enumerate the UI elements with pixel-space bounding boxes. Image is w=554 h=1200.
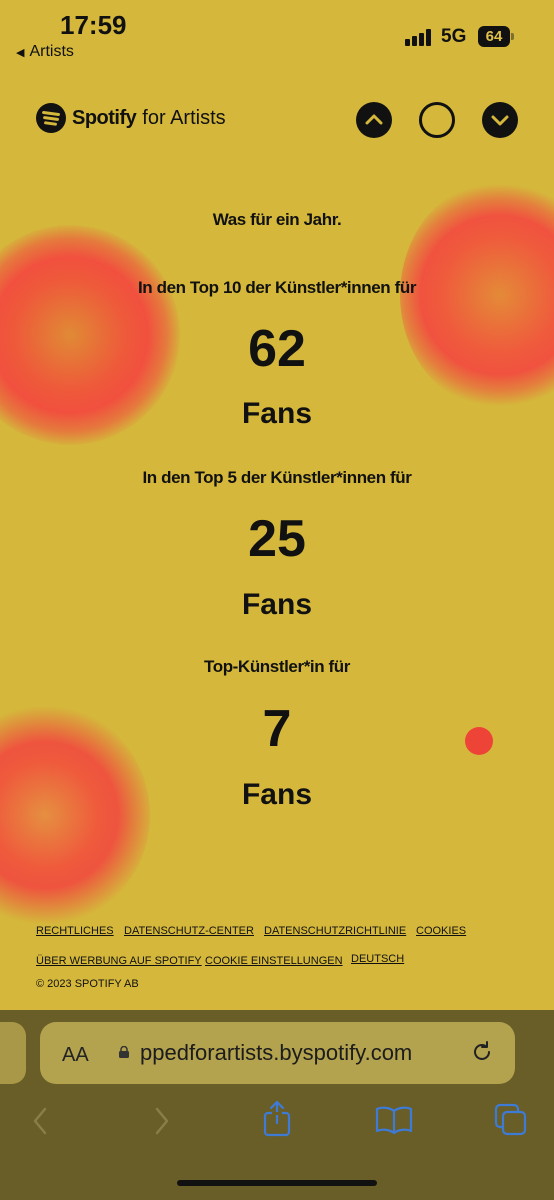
footer-link-language[interactable]: DEUTSCH	[351, 953, 404, 965]
previous-slide-button[interactable]	[356, 102, 392, 138]
spotify-logo-icon	[36, 103, 66, 133]
copyright-text: © 2023 SPOTIFY AB	[36, 978, 139, 990]
reload-icon[interactable]	[470, 1040, 494, 1064]
brand-suffix: for Artists	[142, 106, 226, 129]
footer-link-cookies[interactable]: COOKIES	[416, 925, 466, 937]
footer-link-legal[interactable]: RECHTLICHES	[36, 925, 114, 937]
back-triangle-icon: ◀	[16, 47, 25, 59]
intro-text: Was für ein Jahr.	[212, 210, 342, 229]
stat-label-top10: In den Top 10 der Künstler*innen für	[137, 278, 417, 297]
home-indicator	[177, 1180, 377, 1186]
stat-unit-top-artist: Fans	[241, 778, 313, 811]
chevron-up-icon	[365, 114, 383, 125]
text-size-label: AA	[62, 1044, 89, 1066]
brand-name: Spotify	[72, 106, 137, 129]
footer-link-privacy-policy[interactable]: DATENSCHUTZRICHTLINIE	[264, 925, 406, 937]
chevron-down-icon	[491, 115, 509, 126]
footer-link-cookie-settings[interactable]: COOKIE EINSTELLUNGEN	[205, 955, 343, 967]
lock-icon	[119, 1046, 129, 1058]
tabs-icon[interactable]	[494, 1103, 528, 1137]
network-type: 5G	[441, 26, 467, 47]
stat-unit-top10: Fans	[241, 397, 313, 430]
stat-unit-top5: Fans	[241, 588, 313, 621]
status-time: 17:59	[60, 10, 127, 40]
url-text[interactable]: ppedforartists.byspotify.com	[140, 1040, 412, 1066]
stat-value-top-artist: 7	[262, 700, 292, 758]
footer-link-privacy-center[interactable]: DATENSCHUTZ-CENTER	[124, 925, 254, 937]
forward-chevron-icon[interactable]	[152, 1106, 172, 1136]
text-size-button[interactable]: AA	[62, 1044, 89, 1067]
spotify-for-artists-logo[interactable]: Spotify for Artists	[36, 102, 226, 134]
progress-ring-button[interactable]	[419, 102, 455, 138]
back-chevron-icon[interactable]	[30, 1106, 50, 1136]
progress-ring-icon	[422, 105, 452, 135]
stat-label-top5: In den Top 5 der Künstler*innen für	[142, 468, 412, 487]
bookmarks-icon[interactable]	[375, 1105, 413, 1135]
stat-value-top10: 62	[248, 320, 306, 378]
footer-link-about-ads[interactable]: ÜBER WERBUNG AUF SPOTIFY	[36, 955, 202, 967]
cellular-signal-icon	[405, 28, 435, 46]
stat-label-top-artist: Top-Künstler*in für	[203, 657, 350, 676]
share-icon[interactable]	[262, 1100, 292, 1138]
battery-icon: 64	[478, 26, 514, 47]
back-to-app-link[interactable]: ◀ Artists	[16, 43, 74, 61]
stat-value-top5: 25	[248, 510, 306, 568]
battery-level: 64	[485, 28, 503, 45]
back-app-label: Artists	[29, 43, 74, 60]
page: 17:59 ◀ Artists 5G 64 Spotify for Artists	[0, 0, 554, 1010]
next-slide-button[interactable]	[482, 102, 518, 138]
status-bar: 17:59 ◀ Artists 5G 64	[0, 0, 554, 70]
previous-tab-pill[interactable]	[0, 1022, 26, 1084]
